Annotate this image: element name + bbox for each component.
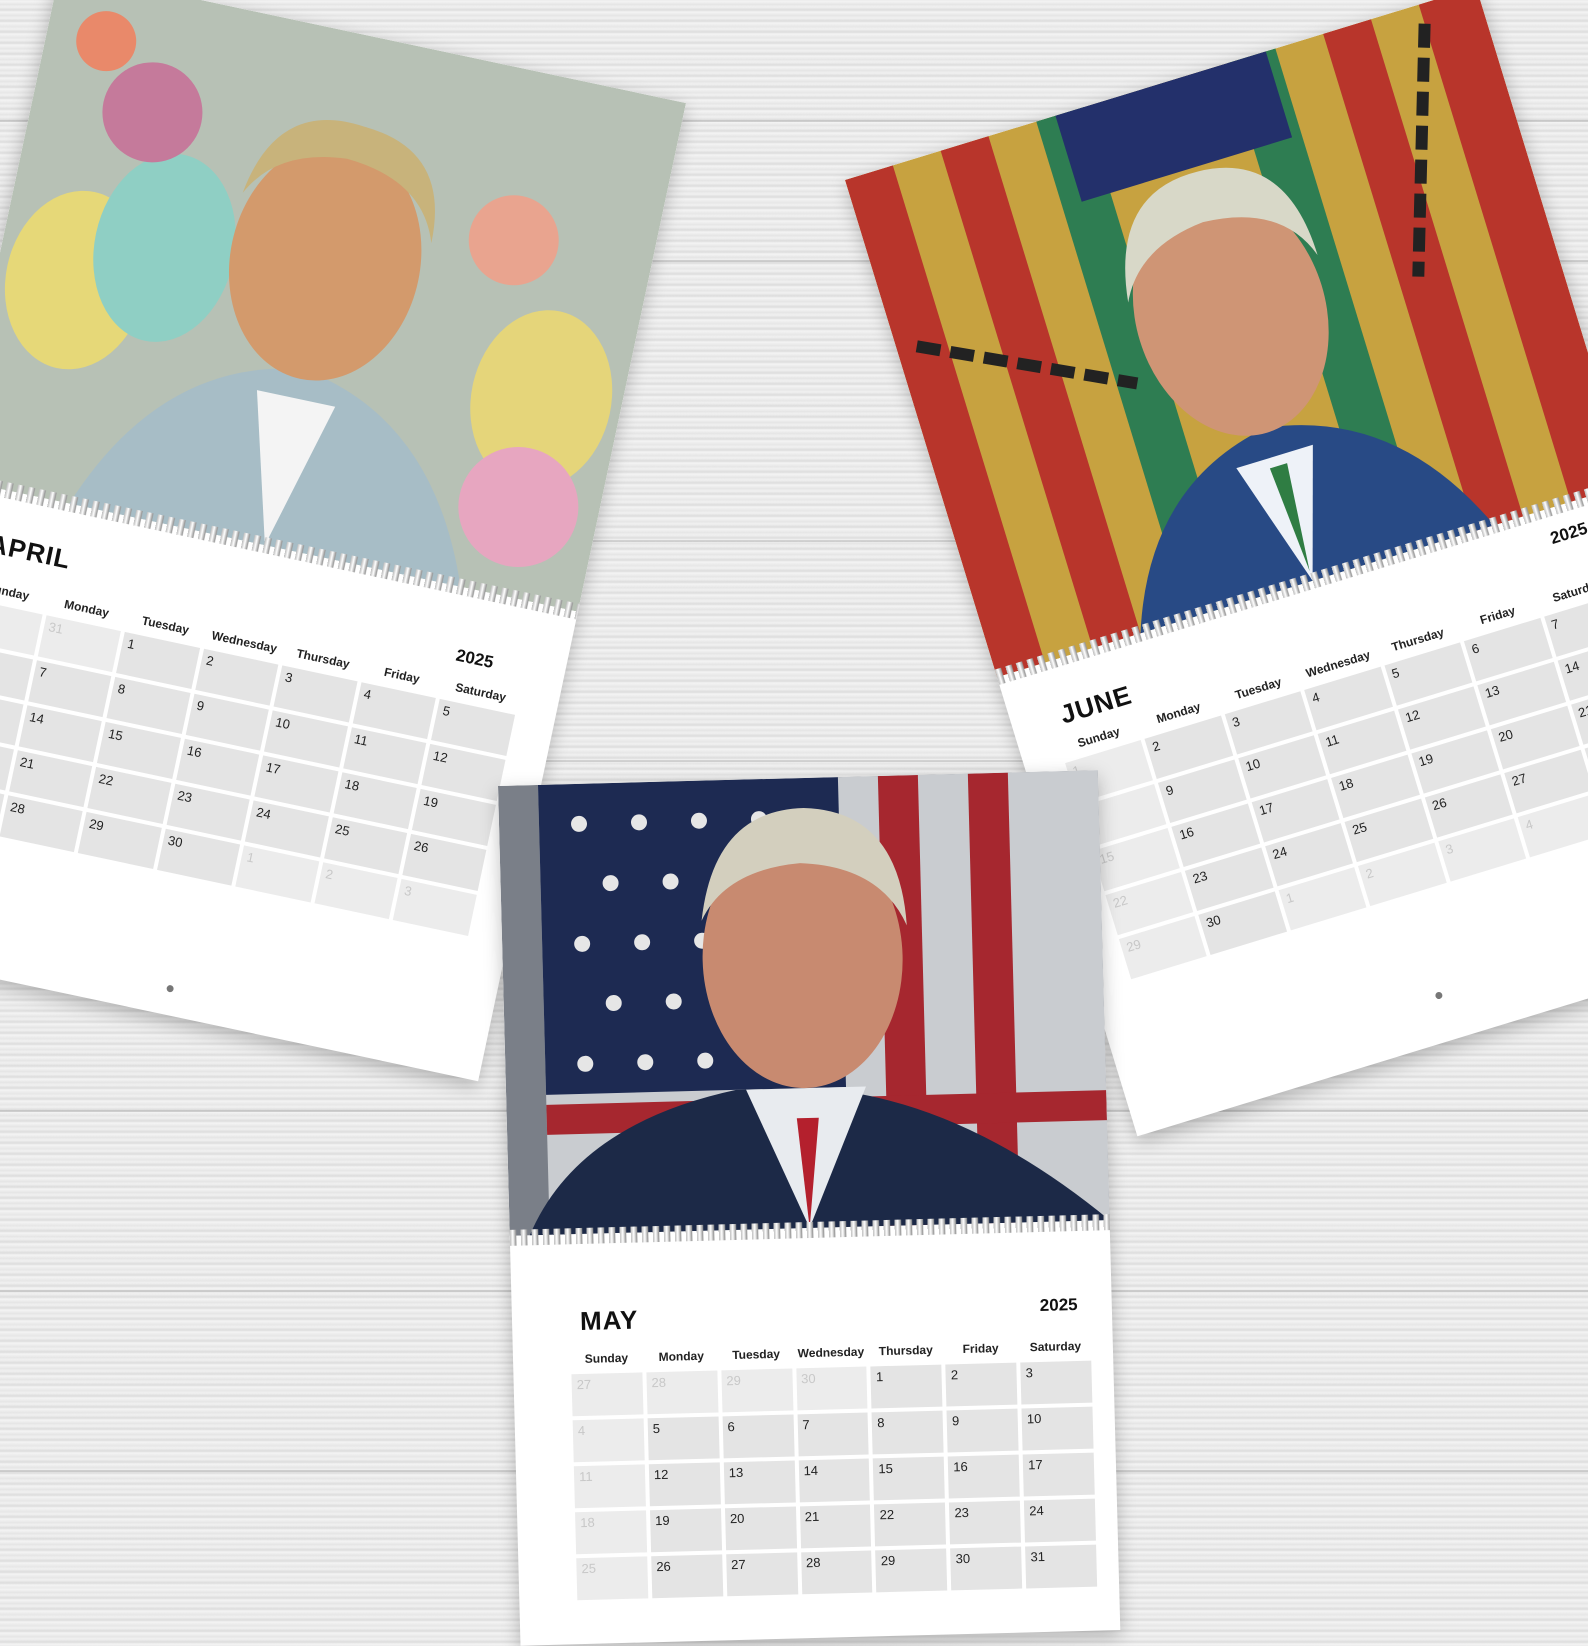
- may-calendar: MAY 2025 Sunday Monday Tuesday Wednesday Thu…: [498, 770, 1121, 1646]
- weekday-header: Saturday: [1029, 1338, 1082, 1355]
- day-cell: 11: [573, 1464, 646, 1509]
- day-cell: 16: [947, 1454, 1020, 1499]
- april-photo: [0, 0, 687, 612]
- day-cell: 29: [721, 1368, 794, 1413]
- day-cell: 19: [649, 1508, 722, 1553]
- day-cell: 30: [795, 1366, 868, 1411]
- day-cell: 13: [723, 1460, 796, 1505]
- day-cell: 2: [945, 1362, 1018, 1407]
- day-cell: 28: [646, 1370, 719, 1415]
- day-cell: 1: [870, 1364, 943, 1409]
- day-cell: 15: [873, 1456, 946, 1501]
- day-cell: 20: [724, 1506, 797, 1551]
- weekday-header: Tuesday: [732, 1346, 781, 1363]
- day-cell: 8: [871, 1410, 944, 1455]
- year-label: 2025: [1039, 1295, 1078, 1315]
- weekday-header: Wednesday: [797, 1344, 865, 1361]
- day-cell: 3: [1020, 1360, 1093, 1405]
- flag-portrait-image: [498, 770, 1110, 1236]
- month-title: MAY: [579, 1304, 639, 1337]
- day-cell: 31: [1025, 1544, 1098, 1589]
- day-cell: 9: [946, 1408, 1019, 1453]
- day-cell: 27: [571, 1372, 644, 1417]
- day-cell: 7: [797, 1412, 870, 1457]
- easter-portrait-image: [0, 0, 687, 612]
- day-cell: 10: [1021, 1406, 1094, 1451]
- day-cell: 21: [799, 1504, 872, 1549]
- day-cell: 12: [648, 1462, 721, 1507]
- may-grid: Sunday Monday Tuesday Wednesday Thursday Frid…: [571, 1338, 1098, 1601]
- weekday-header: Friday: [962, 1341, 999, 1357]
- day-cell: 22: [874, 1502, 947, 1547]
- weekday-header: Monday: [658, 1348, 705, 1364]
- month-title: APRIL: [0, 528, 74, 575]
- day-cell: 24: [1024, 1498, 1096, 1543]
- year-label: 2025: [1547, 518, 1588, 548]
- hang-hole: [165, 984, 175, 993]
- day-cell: 27: [725, 1552, 798, 1597]
- day-cell: 23: [949, 1500, 1022, 1545]
- day-cell: 17: [1022, 1452, 1095, 1497]
- may-photo: [498, 770, 1110, 1236]
- hang-hole: [1434, 991, 1444, 1000]
- day-cell: 30: [950, 1546, 1023, 1591]
- weekday-header: Sunday: [584, 1350, 629, 1366]
- weekday-header: Sunday: [0, 580, 31, 604]
- day-cell: 26: [651, 1554, 723, 1599]
- weekday-header: Thursday: [878, 1342, 933, 1359]
- april-grid: Sunday Monday Tuesday Wednesday Thursday Frid…: [0, 577, 520, 936]
- day-cell: 25: [576, 1556, 649, 1601]
- day-cell: 14: [798, 1458, 871, 1503]
- year-label: 2025: [454, 645, 496, 673]
- day-cell: 4: [572, 1418, 645, 1463]
- day-cell: 18: [575, 1510, 647, 1555]
- day-cell: 5: [647, 1416, 720, 1461]
- day-cell: 6: [722, 1414, 795, 1459]
- day-cell: 29: [875, 1548, 948, 1593]
